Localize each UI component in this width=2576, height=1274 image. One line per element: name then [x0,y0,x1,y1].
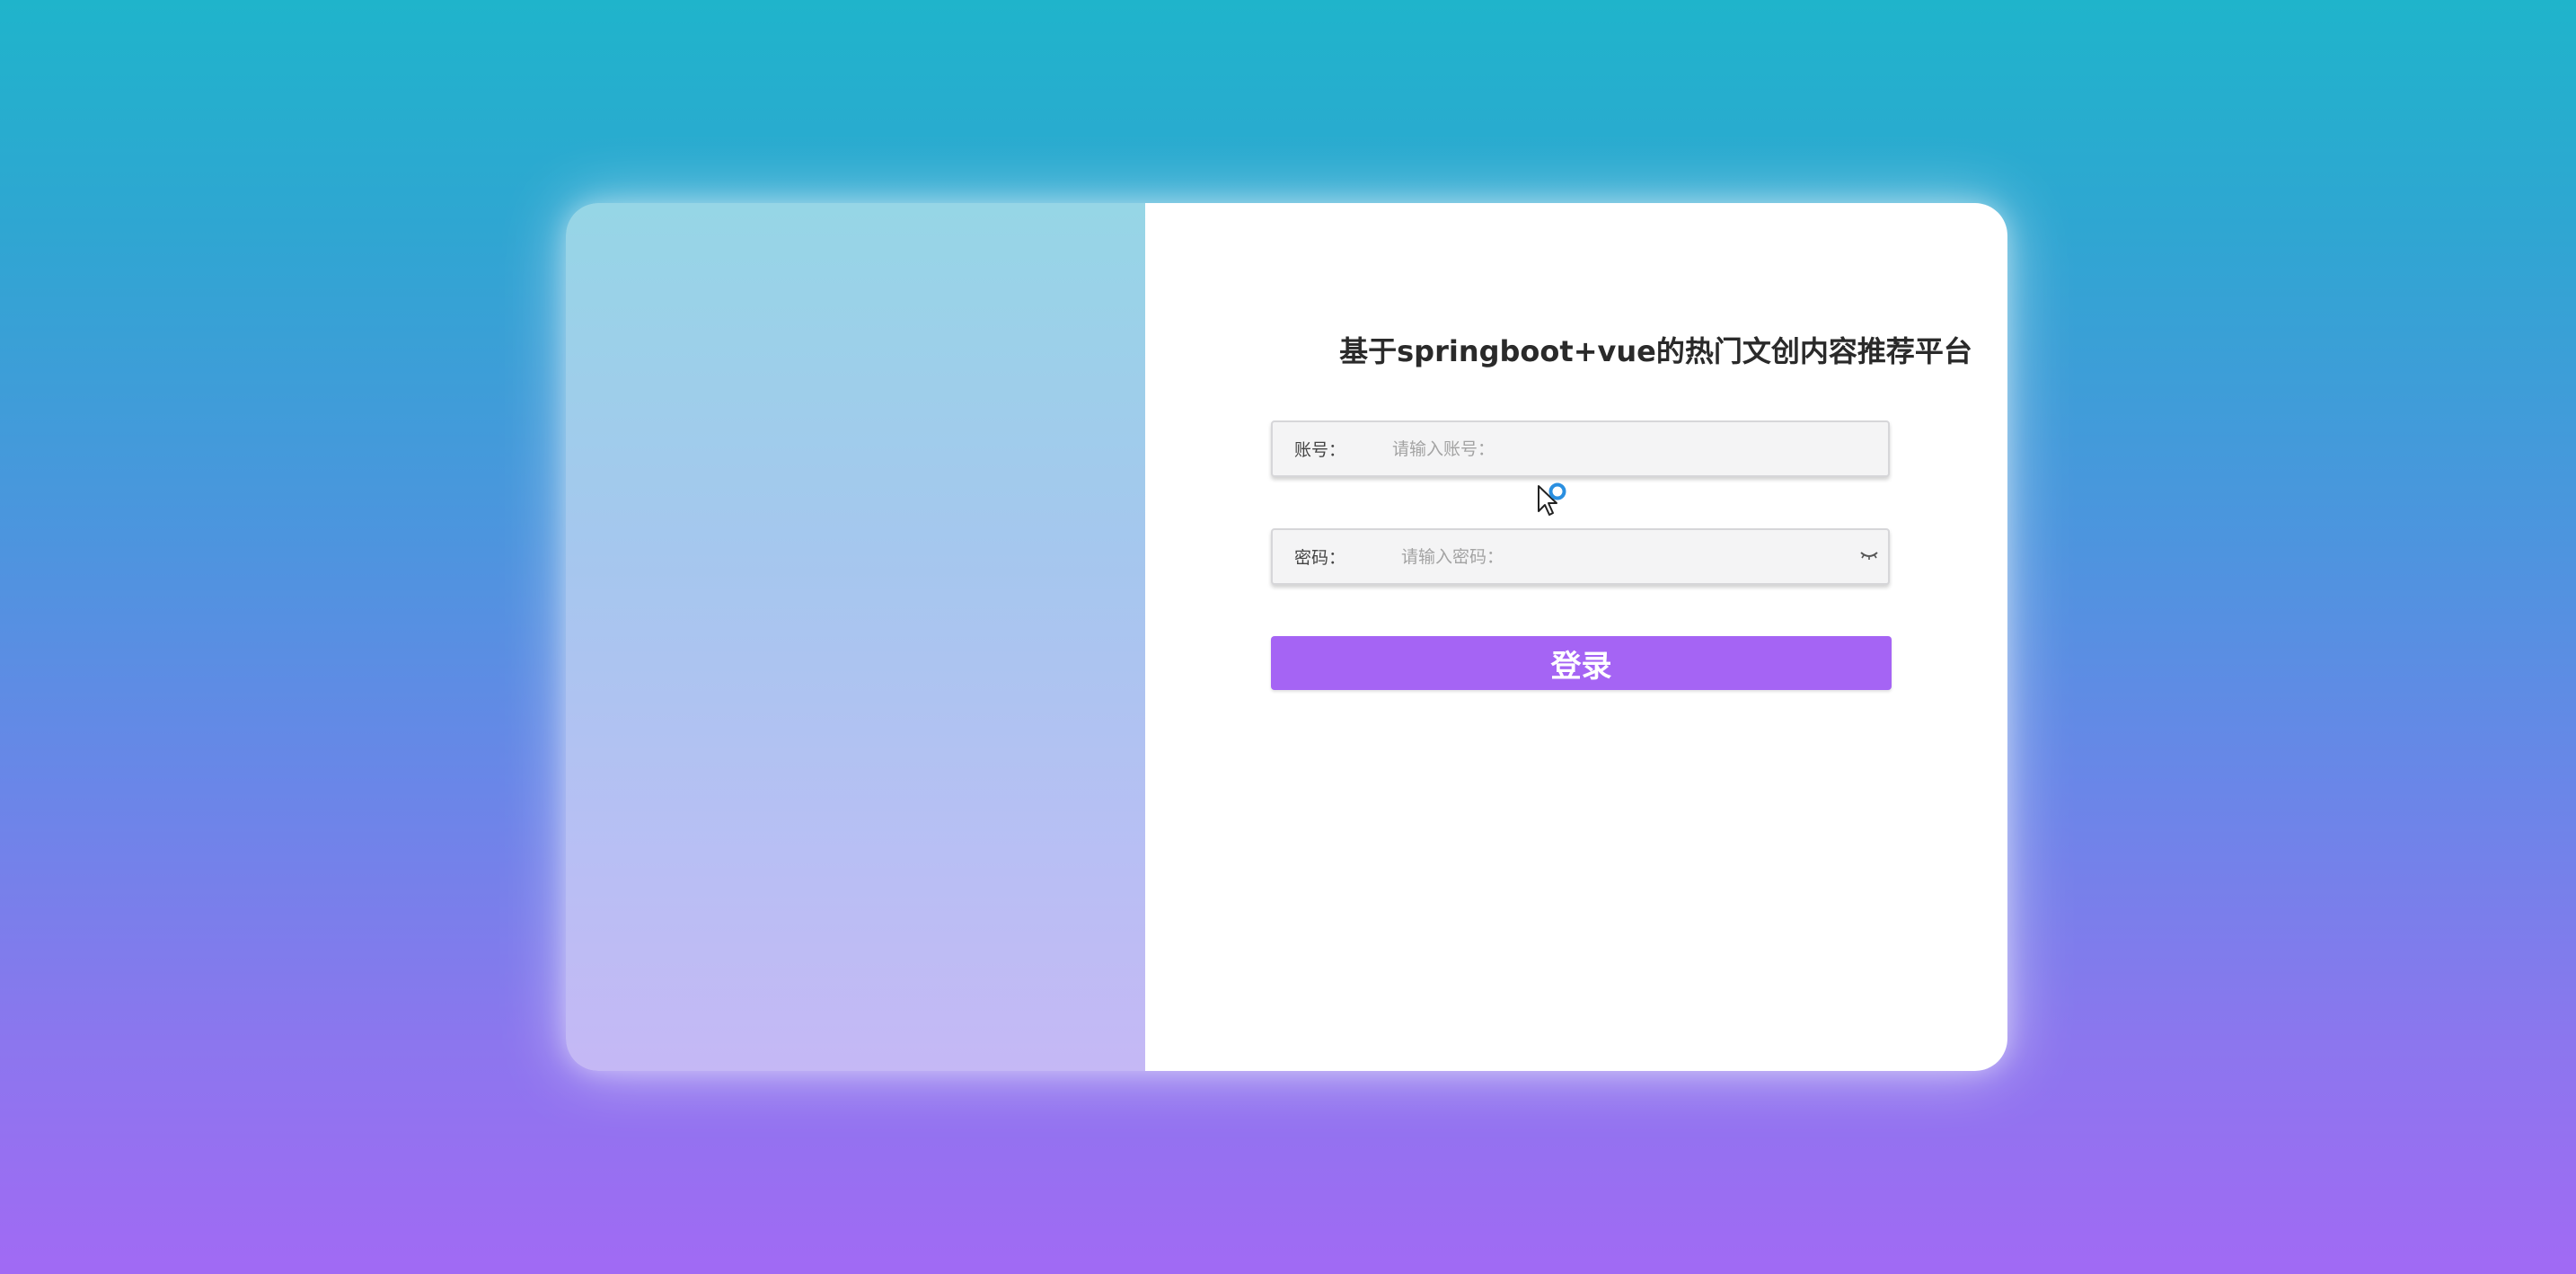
decorative-left-panel [566,203,1145,1071]
mouse-pointer-busy-icon [1538,482,1566,516]
account-label: 账号： [1294,440,1346,460]
password-field[interactable]: 密码： [1271,528,1890,585]
password-label: 密码： [1294,548,1346,568]
password-input[interactable] [1399,529,1888,584]
login-card: 基于springboot+vue的热门文创内容推荐平台 账号： 密码： 登录 [566,203,2007,1071]
login-button[interactable]: 登录 [1271,636,1892,690]
account-input[interactable] [1390,421,1888,476]
eye-closed-icon[interactable] [1859,548,1879,562]
page-title: 基于springboot+vue的热门文创内容推荐平台 [1339,334,1972,368]
login-form-panel: 基于springboot+vue的热门文创内容推荐平台 账号： 密码： 登录 [1145,203,2007,1071]
account-field[interactable]: 账号： [1271,420,1890,477]
